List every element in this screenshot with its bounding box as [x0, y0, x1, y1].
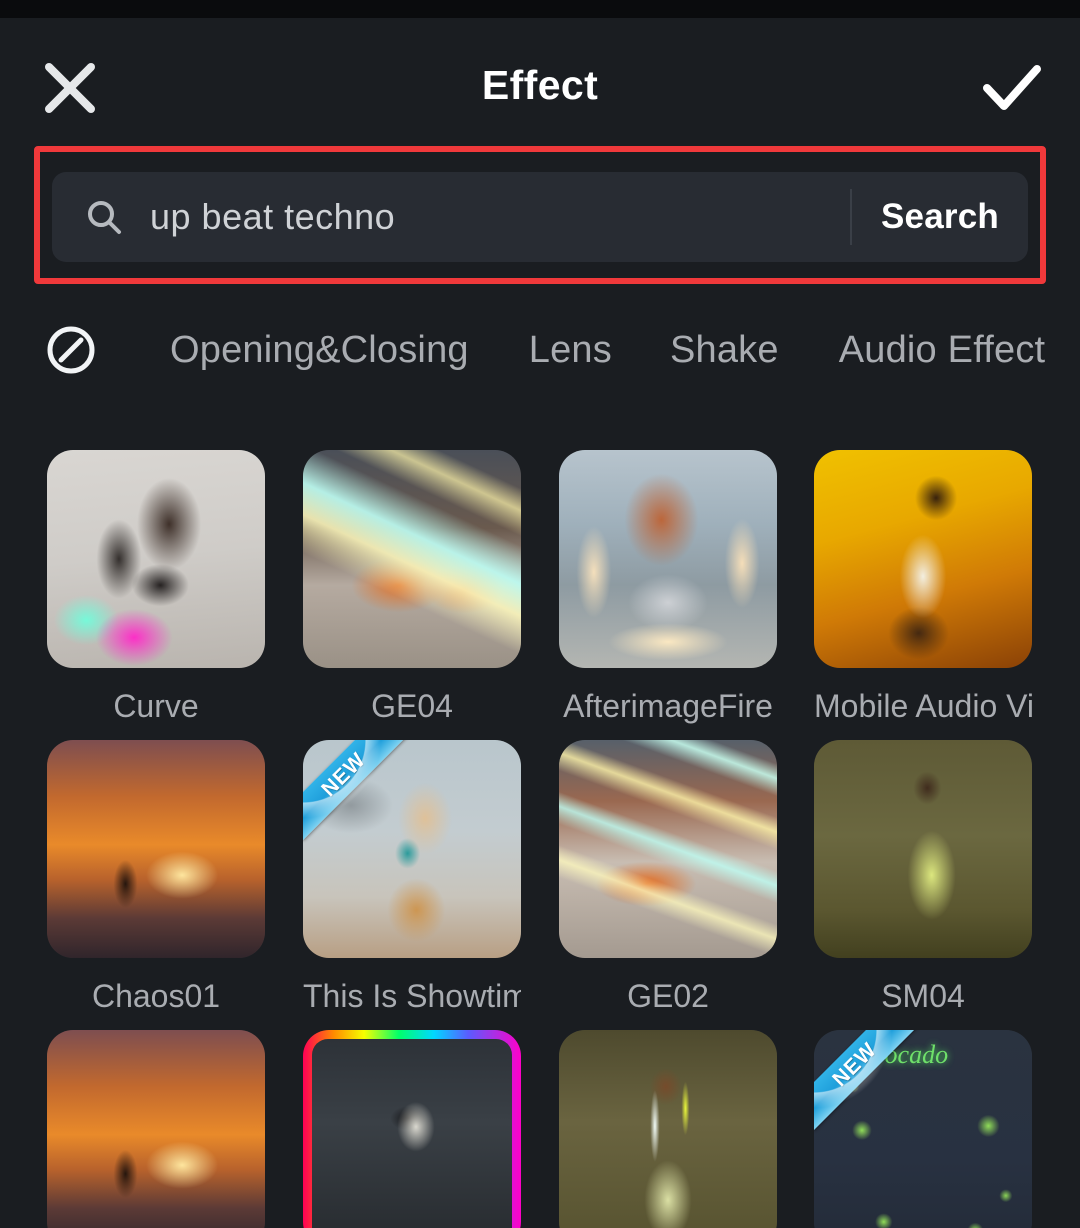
effect-artwork: [47, 450, 265, 668]
effect-label: GE02: [627, 978, 709, 1014]
page-title: Effect: [481, 62, 599, 108]
effect-artwork: [559, 450, 777, 668]
effect-label: Curve: [113, 688, 199, 724]
tab-lens[interactable]: Lens: [529, 329, 612, 372]
effect-thumbnail[interactable]: [303, 450, 521, 668]
effect-item[interactable]: [47, 1030, 265, 1228]
effect-item[interactable]: Mobile Audio Vis…: [814, 450, 1032, 725]
effect-item[interactable]: NEW This Is Showtime…: [303, 740, 521, 1015]
effect-label: SM04: [881, 978, 965, 1014]
effect-item[interactable]: Chaos01: [47, 740, 265, 1015]
search-input[interactable]: [123, 172, 850, 262]
search-button[interactable]: Search: [852, 172, 1028, 262]
effect-label: Mobile Audio Vis…: [814, 688, 1032, 724]
tab-shake[interactable]: Shake: [670, 329, 779, 372]
new-badge: NEW: [814, 1030, 924, 1140]
effect-thumbnail[interactable]: [559, 740, 777, 958]
no-effect-icon[interactable]: [45, 324, 97, 376]
effect-row: avocado NEW: [0, 1012, 1080, 1228]
effect-row: Curve GE04 AfterimageFire Mobile Audio V…: [0, 432, 1080, 725]
new-badge-label: NEW: [828, 1038, 882, 1092]
category-tabs: Opening&Closing Lens Shake Audio Effect: [0, 310, 1080, 390]
status-strip: [0, 0, 1080, 18]
effect-label: AfterimageFire: [563, 688, 773, 724]
effect-item[interactable]: avocado NEW: [814, 1030, 1032, 1228]
effect-panel: Effect Search Opening&Closing Lens: [0, 0, 1080, 1228]
tab-opening-closing[interactable]: Opening&Closing: [170, 329, 469, 372]
effect-grid[interactable]: Curve GE04 AfterimageFire Mobile Audio V…: [0, 432, 1080, 1228]
search-bar[interactable]: Search: [52, 172, 1028, 262]
effect-item[interactable]: SM04: [814, 740, 1032, 1015]
effect-thumbnail[interactable]: [559, 450, 777, 668]
effect-thumbnail[interactable]: [47, 740, 265, 958]
effect-item[interactable]: GE02: [559, 740, 777, 1015]
effect-item[interactable]: [303, 1030, 521, 1228]
effect-item[interactable]: Curve: [47, 450, 265, 725]
effect-thumbnail[interactable]: [47, 1030, 265, 1228]
effect-artwork: [814, 450, 1032, 668]
effect-thumbnail[interactable]: [559, 1030, 777, 1228]
panel-header: Effect: [0, 18, 1080, 140]
effect-artwork: [303, 1030, 521, 1228]
effect-label: This Is Showtime…: [303, 978, 521, 1014]
effect-artwork: [559, 740, 777, 958]
check-icon[interactable]: [982, 64, 1042, 112]
effect-artwork: [47, 1030, 265, 1228]
search-icon: [85, 198, 123, 236]
new-badge-label: NEW: [317, 748, 371, 802]
new-badge: NEW: [303, 740, 413, 850]
effect-artwork: [47, 740, 265, 958]
effect-label: Chaos01: [91, 978, 221, 1014]
effect-artwork: [559, 1030, 777, 1228]
effect-artwork: [814, 740, 1032, 958]
tab-audio-effect[interactable]: Audio Effect: [839, 329, 1046, 372]
effect-artwork: [303, 450, 521, 668]
effect-item[interactable]: GE04: [303, 450, 521, 725]
effect-thumbnail[interactable]: avocado NEW: [814, 1030, 1032, 1228]
effect-row: Chaos01 NEW This Is Showtime… GE02: [0, 722, 1080, 1015]
effect-label: GE04: [371, 688, 453, 724]
effect-thumbnail[interactable]: [303, 1030, 521, 1228]
effect-thumbnail[interactable]: [814, 740, 1032, 958]
effect-item[interactable]: AfterimageFire: [559, 450, 777, 725]
effect-thumbnail[interactable]: NEW: [303, 740, 521, 958]
effect-thumbnail[interactable]: [47, 450, 265, 668]
effect-item[interactable]: [559, 1030, 777, 1228]
effect-thumbnail[interactable]: [814, 450, 1032, 668]
